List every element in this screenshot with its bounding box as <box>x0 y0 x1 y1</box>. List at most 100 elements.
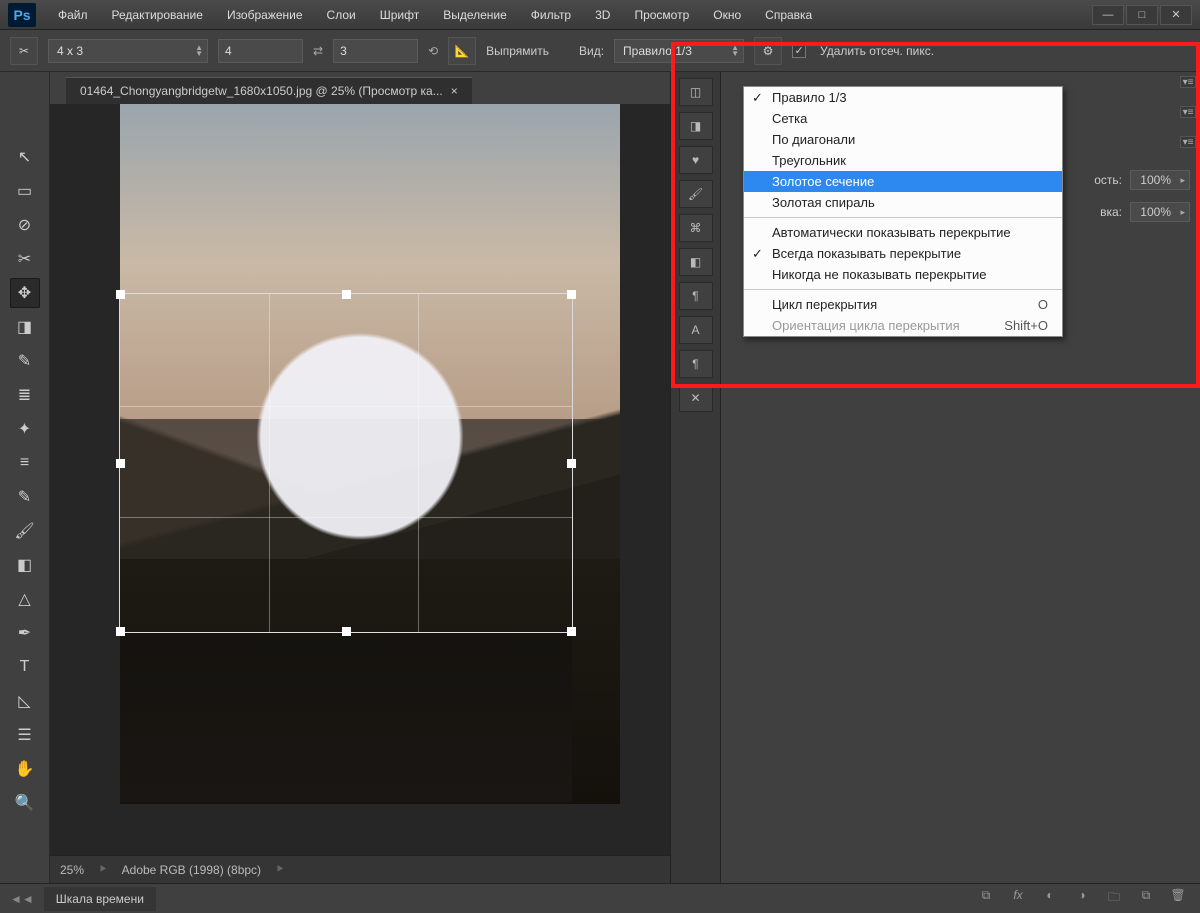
hand-tool[interactable]: ✋ <box>10 754 40 784</box>
window-close-button[interactable]: ✕ <box>1160 5 1192 25</box>
dd-grid[interactable]: Сетка <box>744 108 1062 129</box>
menu-select[interactable]: Выделение <box>433 4 517 26</box>
window-minimize-button[interactable]: — <box>1092 5 1124 25</box>
menu-file[interactable]: Файл <box>48 4 98 26</box>
straighten-label[interactable]: Выпрямить <box>486 44 549 58</box>
clone-stamp-tool[interactable]: ✦ <box>10 414 40 444</box>
panel-icon-4[interactable]: 🖌 <box>679 180 713 208</box>
panel-icon-2[interactable]: ◨ <box>679 112 713 140</box>
dd-rule-of-thirds[interactable]: Правило 1/3 <box>744 87 1062 108</box>
clear-icon[interactable]: ⟲ <box>428 44 438 58</box>
dd-cycle-orientation[interactable]: Ориентация цикла перекрытия Shift+O <box>744 315 1062 336</box>
opacity-label: ость: <box>1094 173 1122 187</box>
panel-icon-10[interactable]: ✕ <box>679 384 713 412</box>
zoom-value[interactable]: 25% <box>60 863 84 877</box>
eyedropper-tool[interactable]: ◨ <box>10 312 40 342</box>
document-status-bar: 25% ⯈ Adobe RGB (1998) (8bpc) ⯈ <box>50 855 670 883</box>
layer-mask-icon[interactable]: ◐ <box>1038 888 1062 909</box>
crop-handle-s[interactable] <box>342 627 351 636</box>
magic-wand-tool[interactable]: ✂ <box>10 244 40 274</box>
shape-tool[interactable]: ☰ <box>10 720 40 750</box>
eraser-tool[interactable]: ✎ <box>10 482 40 512</box>
menu-3d[interactable]: 3D <box>585 4 620 26</box>
straighten-icon[interactable]: 📐 <box>448 37 476 65</box>
panel-menu-icon[interactable]: ▾≡ <box>1180 136 1196 148</box>
workspace: ↖ ▭ ⊘ ✂ ✥ ◨ ✎ ≣ ✦ ≡ ✎ 🖌 ◧ △ ✒ T ◺ ☰ ✋ 🔍 … <box>0 72 1200 883</box>
move-tool[interactable]: ↖ <box>10 142 40 172</box>
menu-filter[interactable]: Фильтр <box>521 4 581 26</box>
crop-tool[interactable]: ✥ <box>10 278 40 308</box>
document-tab[interactable]: 01464_Chongyangbridgetw_1680x1050.jpg @ … <box>66 77 472 104</box>
blur-tool[interactable]: ◧ <box>10 550 40 580</box>
crop-handle-nw[interactable] <box>116 290 125 299</box>
dd-golden-spiral[interactable]: Золотая спираль <box>744 192 1062 213</box>
group-icon[interactable]: 🗀 <box>1102 888 1126 909</box>
timeline-tab[interactable]: Шкала времени <box>44 887 156 911</box>
menu-window[interactable]: Окно <box>703 4 751 26</box>
crop-handle-w[interactable] <box>116 459 125 468</box>
menu-layers[interactable]: Слои <box>317 4 366 26</box>
history-brush-tool[interactable]: ≡ <box>10 448 40 478</box>
new-layer-icon[interactable]: ⧉ <box>1134 888 1158 909</box>
layer-style-icon[interactable]: fx <box>1006 888 1030 909</box>
type-tool[interactable]: T <box>10 652 40 682</box>
crop-handle-ne[interactable] <box>567 290 576 299</box>
crop-height-field[interactable]: 3 <box>333 39 418 63</box>
menu-image[interactable]: Изображение <box>217 4 313 26</box>
opacity-value[interactable]: 100% <box>1130 170 1190 190</box>
crop-tool-icon[interactable]: ✂ <box>10 37 38 65</box>
menu-type[interactable]: Шрифт <box>370 4 429 26</box>
panel-icon-7[interactable]: ¶ <box>679 282 713 310</box>
panel-menu-icon[interactable]: ▾≡ <box>1180 76 1196 88</box>
gradient-tool[interactable]: 🖌 <box>10 516 40 546</box>
lasso-tool[interactable]: ⊘ <box>10 210 40 240</box>
canvas-viewport[interactable] <box>50 104 670 855</box>
healing-brush-tool[interactable]: ✎ <box>10 346 40 376</box>
menu-help[interactable]: Справка <box>755 4 822 26</box>
panel-icon-6[interactable]: ◧ <box>679 248 713 276</box>
dd-golden-ratio[interactable]: Золотое сечение <box>744 171 1062 192</box>
dd-always-show-overlay[interactable]: Всегда показывать перекрытие <box>744 243 1062 264</box>
crop-options-gear-icon[interactable]: ⚙ <box>754 37 782 65</box>
dd-separator <box>744 289 1062 290</box>
crop-handle-sw[interactable] <box>116 627 125 636</box>
menu-view[interactable]: Просмотр <box>624 4 699 26</box>
panel-icon-5[interactable]: ⌘ <box>679 214 713 242</box>
menu-edit[interactable]: Редактирование <box>102 4 213 26</box>
crop-width-field[interactable]: 4 <box>218 39 303 63</box>
delete-cropped-checkbox[interactable] <box>792 44 806 58</box>
dodge-tool[interactable]: △ <box>10 584 40 614</box>
marquee-tool[interactable]: ▭ <box>10 176 40 206</box>
delete-layer-icon[interactable]: 🗑 <box>1166 888 1190 909</box>
dd-separator <box>744 217 1062 218</box>
swap-dimensions-icon[interactable]: ⇄ <box>313 44 323 58</box>
adjustment-layer-icon[interactable]: ◑ <box>1070 888 1094 909</box>
brush-tool[interactable]: ≣ <box>10 380 40 410</box>
pen-tool[interactable]: ✒ <box>10 618 40 648</box>
dd-never-show-overlay[interactable]: Никогда не показывать перекрытие <box>744 264 1062 285</box>
panel-icon-9[interactable]: ¶ <box>679 350 713 378</box>
crop-overlay-dropdown: Правило 1/3 Сетка По диагонали Треугольн… <box>743 86 1063 337</box>
app-logo: Ps <box>8 3 36 27</box>
window-maximize-button[interactable]: □ <box>1126 5 1158 25</box>
dd-auto-show-overlay[interactable]: Автоматически показывать перекрытие <box>744 222 1062 243</box>
fill-value[interactable]: 100% <box>1130 202 1190 222</box>
crop-handle-se[interactable] <box>567 627 576 636</box>
overlay-view-select[interactable]: Правило 1/3 ▲▼ <box>614 39 744 63</box>
panel-menu-icon[interactable]: ▾≡ <box>1180 106 1196 118</box>
aspect-ratio-select[interactable]: 4 x 3 ▲▼ <box>48 39 208 63</box>
crop-handle-n[interactable] <box>342 290 351 299</box>
app-bottom-bar: ◄◄ Шкала времени ⧉ fx ◐ ◑ 🗀 ⧉ 🗑 <box>0 883 1200 913</box>
crop-handle-e[interactable] <box>567 459 576 468</box>
zoom-tool[interactable]: 🔍 <box>10 788 40 818</box>
panel-icon-1[interactable]: ◫ <box>679 78 713 106</box>
dd-cycle-overlay[interactable]: Цикл перекрытия O <box>744 294 1062 315</box>
panel-icon-8[interactable]: A <box>679 316 713 344</box>
tab-close-icon[interactable]: × <box>451 84 458 98</box>
path-select-tool[interactable]: ◺ <box>10 686 40 716</box>
panel-icon-3[interactable]: ♥ <box>679 146 713 174</box>
dd-triangle[interactable]: Треугольник <box>744 150 1062 171</box>
link-layers-icon[interactable]: ⧉ <box>974 888 998 909</box>
crop-selection[interactable] <box>120 294 572 632</box>
dd-diagonal[interactable]: По диагонали <box>744 129 1062 150</box>
